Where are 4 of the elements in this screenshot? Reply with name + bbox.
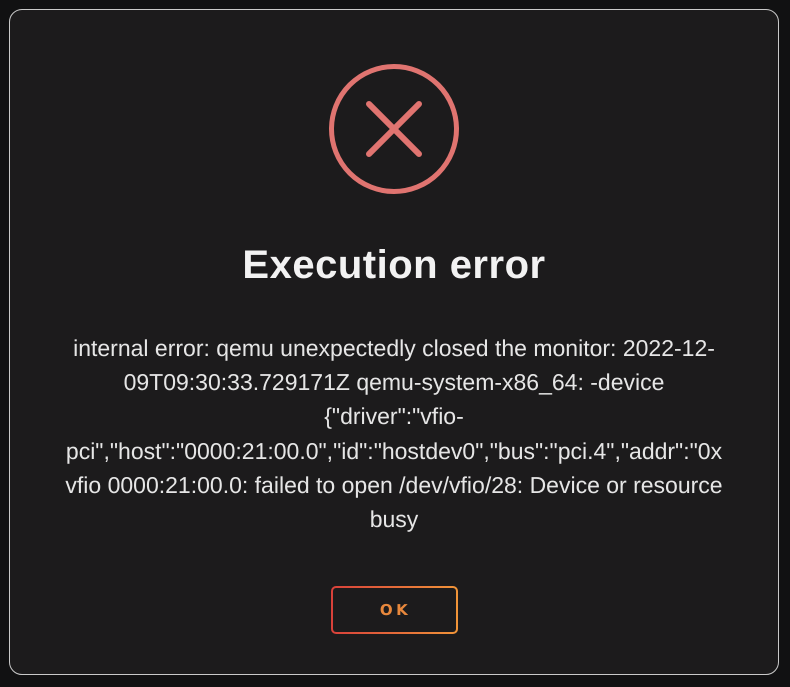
error-x-icon: [329, 64, 459, 194]
ok-button[interactable]: OK: [330, 586, 458, 634]
dialog-title: Execution error: [242, 242, 546, 288]
error-message: internal error: qemu unexpectedly closed the monitor: 2022-12-09T09:30:33.729171Z qemu-system-x86_64: -device {"driver":"vfio-pci","host":"0000:21:00.0","id":"hostdev0","bus":"pci.4","addr":"0x vfio 0000:21:00.0: failed to open /dev/vfio/28: Device or resource busy: [64, 334, 724, 534]
